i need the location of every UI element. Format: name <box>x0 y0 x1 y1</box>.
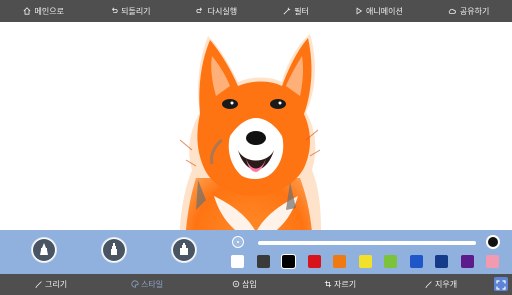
menu-filter[interactable]: 필터 <box>282 6 309 17</box>
marker-icon <box>107 241 121 260</box>
tab-crop-label: 자르기 <box>334 280 357 289</box>
play-icon <box>354 7 363 16</box>
brush-style-1[interactable] <box>31 237 57 263</box>
style-panel <box>0 230 512 274</box>
top-menu-bar: 메인으로 되돌리기 다시실행 필터 애니메이션 공유하기 <box>0 0 512 22</box>
menu-share-label: 공유하기 <box>459 6 490 16</box>
tab-crop[interactable]: 자르기 <box>324 274 356 295</box>
brush-style-2[interactable] <box>101 237 127 263</box>
tab-eraser[interactable]: 지우개 <box>425 274 457 295</box>
fullscreen-button[interactable] <box>494 277 508 291</box>
insert-circle-icon <box>232 280 240 290</box>
tab-style-label: 스타일 <box>141 280 164 289</box>
color-swatch-5[interactable] <box>333 255 346 268</box>
undo-icon <box>109 7 118 16</box>
menu-animation[interactable]: 애니메이션 <box>354 6 403 17</box>
brush-size-max-indicator <box>486 235 500 249</box>
color-swatch-1[interactable] <box>231 255 244 268</box>
menu-redo-label: 다시실행 <box>207 6 238 16</box>
menu-undo-label: 되돌리기 <box>121 6 151 16</box>
tab-draw-label: 그리기 <box>45 280 68 289</box>
color-swatch-9[interactable] <box>435 255 448 268</box>
magic-wand-icon <box>282 7 291 16</box>
paint-brush-icon <box>37 241 51 260</box>
color-palette <box>231 254 503 269</box>
color-swatch-3[interactable] <box>281 254 296 269</box>
color-swatch-10[interactable] <box>460 255 474 268</box>
color-swatch-7[interactable] <box>384 255 397 268</box>
home-icon <box>23 7 32 16</box>
menu-filter-label: 필터 <box>294 6 309 16</box>
fullscreen-icon <box>496 275 506 294</box>
ink-bottle-icon <box>177 241 191 260</box>
menu-home[interactable]: 메인으로 <box>23 6 64 17</box>
pencil-icon <box>35 280 43 290</box>
menu-animation-label: 애니메이션 <box>366 6 403 16</box>
tab-draw[interactable]: 그리기 <box>35 274 67 295</box>
redo-icon <box>196 7 205 16</box>
palette-icon <box>131 279 139 290</box>
tab-insert-label: 삽입 <box>242 280 257 289</box>
brush-style-3[interactable] <box>171 237 197 263</box>
color-swatch-8[interactable] <box>409 255 423 268</box>
color-swatch-4[interactable] <box>307 255 321 268</box>
tab-eraser-label: 지우개 <box>435 280 458 289</box>
tab-insert[interactable]: 삽입 <box>232 274 257 295</box>
menu-undo[interactable]: 되돌리기 <box>109 6 151 17</box>
brush-size-min-indicator <box>232 236 244 248</box>
color-swatch-2[interactable] <box>256 255 270 268</box>
menu-share[interactable]: 공유하기 <box>448 6 489 17</box>
drawing-canvas[interactable] <box>0 22 512 230</box>
cloud-icon <box>448 7 457 16</box>
corgi-drawing <box>179 34 322 230</box>
crop-icon <box>324 280 332 290</box>
color-swatch-11[interactable] <box>486 255 499 268</box>
menu-home-label: 메인으로 <box>34 6 64 16</box>
menu-redo[interactable]: 다시실행 <box>196 6 237 17</box>
eraser-icon <box>425 280 433 290</box>
tab-style[interactable]: 스타일 <box>131 274 163 295</box>
bottom-tab-bar: 그리기 스타일 삽입 자르기 지우개 <box>0 274 512 295</box>
color-swatch-6[interactable] <box>358 255 372 268</box>
brush-size-slider[interactable] <box>258 241 476 245</box>
